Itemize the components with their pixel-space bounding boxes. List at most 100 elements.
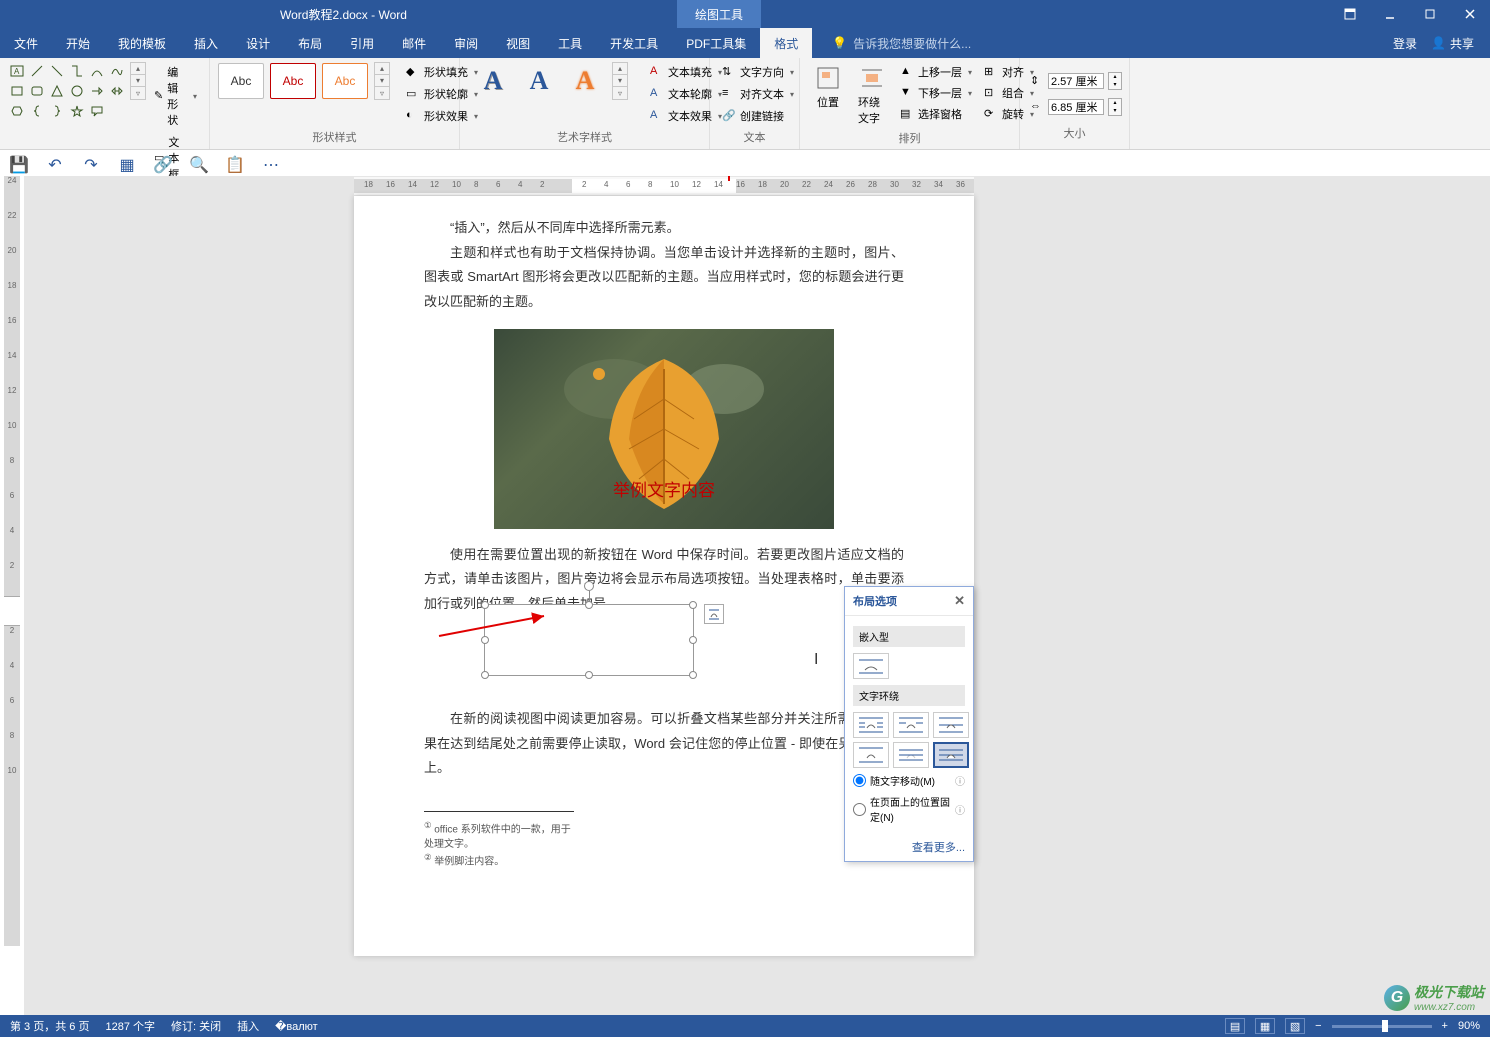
tab-templates[interactable]: 我的模板 <box>104 28 180 58</box>
zoom-out-icon[interactable]: − <box>1315 1020 1321 1032</box>
shape-triangle-icon[interactable] <box>48 82 66 100</box>
tab-format[interactable]: 格式 <box>760 28 812 58</box>
shape-line-icon[interactable] <box>28 62 46 80</box>
wrap-through[interactable] <box>933 712 969 738</box>
tab-home[interactable]: 开始 <box>52 28 104 58</box>
resize-handle-se[interactable] <box>689 671 697 679</box>
shapes-gallery-nav[interactable]: ▴▾▿ <box>130 62 146 100</box>
shape-freeform-icon[interactable] <box>108 62 126 80</box>
paste-icon[interactable]: 📋 <box>226 156 244 174</box>
shape-callout-icon[interactable] <box>88 102 106 120</box>
tab-mail[interactable]: 邮件 <box>388 28 440 58</box>
zoom-thumb[interactable] <box>1382 1020 1388 1032</box>
shape-more-icon[interactable] <box>108 102 126 120</box>
tab-insert[interactable]: 插入 <box>180 28 232 58</box>
shape-doublearrow-icon[interactable] <box>108 82 126 100</box>
tell-me-search[interactable]: 💡 告诉我您想要做什么... <box>832 28 971 58</box>
zoom-slider[interactable] <box>1332 1025 1432 1028</box>
shape-line2-icon[interactable] <box>48 62 66 80</box>
resize-handle-w[interactable] <box>481 636 489 644</box>
wrap-square[interactable] <box>853 712 889 738</box>
info-icon-2[interactable]: ⓘ <box>955 802 965 817</box>
more-icon[interactable]: ⋯ <box>262 156 280 174</box>
shape-hex-icon[interactable] <box>8 102 26 120</box>
tab-view[interactable]: 视图 <box>492 28 544 58</box>
table-icon[interactable]: ▦ <box>118 156 136 174</box>
login-link[interactable]: 登录 <box>1393 35 1417 52</box>
shape-roundrect-icon[interactable] <box>28 82 46 100</box>
resize-handle-e[interactable] <box>689 636 697 644</box>
resize-handle-nw[interactable] <box>481 601 489 609</box>
info-icon[interactable]: ⓘ <box>955 773 965 788</box>
status-mode[interactable]: 插入 <box>237 1018 259 1034</box>
wordart-preset-3[interactable]: A <box>566 63 604 99</box>
height-input[interactable] <box>1048 73 1104 89</box>
close-icon[interactable] <box>1450 0 1490 28</box>
style-preset-2[interactable]: Abc <box>270 63 316 99</box>
create-link-button[interactable]: 🔗创建链接 <box>718 106 788 126</box>
wordart-preset-2[interactable]: A <box>520 63 558 99</box>
wrap-behind[interactable] <box>893 742 929 768</box>
shape-rect-icon[interactable] <box>8 82 26 100</box>
resize-handle-n[interactable] <box>585 601 593 609</box>
shape-rbrace-icon[interactable] <box>48 102 66 120</box>
tab-file[interactable]: 文件 <box>0 28 52 58</box>
width-input[interactable] <box>1048 99 1104 115</box>
position-button[interactable]: 位置 <box>808 62 848 112</box>
inserted-textbox[interactable] <box>484 604 694 676</box>
resize-handle-sw[interactable] <box>481 671 489 679</box>
shape-arrow-icon[interactable] <box>88 82 106 100</box>
search-icon[interactable]: 🔍 <box>190 156 208 174</box>
wrap-inline[interactable] <box>853 653 889 679</box>
tab-review[interactable]: 审阅 <box>440 28 492 58</box>
shape-circle-icon[interactable] <box>68 82 86 100</box>
text-direction-button[interactable]: ⇅文字方向 <box>718 62 798 82</box>
selection-pane-button[interactable]: ▤选择窗格 <box>896 104 976 124</box>
minimize-icon[interactable] <box>1370 0 1410 28</box>
shape-connector-icon[interactable] <box>68 62 86 80</box>
layout-popup-close-icon[interactable]: ✕ <box>954 593 965 609</box>
status-lang-icon[interactable]: �валют <box>275 1020 318 1033</box>
status-track[interactable]: 修订: 关闭 <box>171 1018 221 1034</box>
link-icon[interactable]: 🔗 <box>154 156 172 174</box>
wrap-text-button[interactable]: 环绕文字 <box>852 62 892 128</box>
style-preset-3[interactable]: Abc <box>322 63 368 99</box>
resize-handle-s[interactable] <box>585 671 593 679</box>
save-icon[interactable]: 💾 <box>10 156 28 174</box>
wordart-gallery-nav[interactable]: ▴▾▿ <box>612 62 628 100</box>
move-with-text-radio[interactable]: 随文字移动(M)ⓘ <box>853 770 965 791</box>
view-read-icon[interactable]: ▤ <box>1225 1018 1245 1034</box>
zoom-value[interactable]: 90% <box>1458 1020 1480 1032</box>
width-spinner[interactable]: ▴▾ <box>1108 98 1122 116</box>
wordart-gallery[interactable]: A A A ▴▾▿ <box>468 62 634 100</box>
shape-textbox-icon[interactable]: A <box>8 62 26 80</box>
wordart-preset-1[interactable]: A <box>474 63 512 99</box>
zoom-in-icon[interactable]: + <box>1442 1020 1448 1032</box>
edit-shape-button[interactable]: ✎编辑形状 <box>150 62 201 130</box>
document-image[interactable]: 举例文字内容 <box>494 329 834 529</box>
tab-layout[interactable]: 布局 <box>284 28 336 58</box>
status-page[interactable]: 第 3 页，共 6 页 <box>10 1018 89 1034</box>
shape-lbrace-icon[interactable] <box>28 102 46 120</box>
redo-icon[interactable]: ↷ <box>82 156 100 174</box>
ribbon-display-icon[interactable] <box>1330 0 1370 28</box>
wrap-front[interactable] <box>933 742 969 768</box>
undo-icon[interactable]: ↶ <box>46 156 64 174</box>
wrap-tight[interactable] <box>893 712 929 738</box>
rotate-handle[interactable] <box>584 581 594 591</box>
tab-dev[interactable]: 开发工具 <box>596 28 672 58</box>
tab-tools[interactable]: 工具 <box>544 28 596 58</box>
shape-style-gallery[interactable]: Abc Abc Abc ▴▾▿ <box>218 62 390 100</box>
resize-handle-ne[interactable] <box>689 601 697 609</box>
tab-references[interactable]: 引用 <box>336 28 388 58</box>
shape-curve-icon[interactable] <box>88 62 106 80</box>
style-gallery-nav[interactable]: ▴▾▿ <box>374 62 390 100</box>
tab-pdf[interactable]: PDF工具集 <box>672 28 760 58</box>
send-backward-button[interactable]: ▼下移一层 <box>896 83 976 103</box>
style-preset-1[interactable]: Abc <box>218 63 264 99</box>
align-text-button[interactable]: ≡对齐文本 <box>718 84 798 104</box>
fix-position-radio[interactable]: 在页面上的位置固定(N)ⓘ <box>853 791 965 827</box>
share-button[interactable]: 👤共享 <box>1431 35 1474 52</box>
shape-star-icon[interactable] <box>68 102 86 120</box>
bring-forward-button[interactable]: ▲上移一层 <box>896 62 976 82</box>
